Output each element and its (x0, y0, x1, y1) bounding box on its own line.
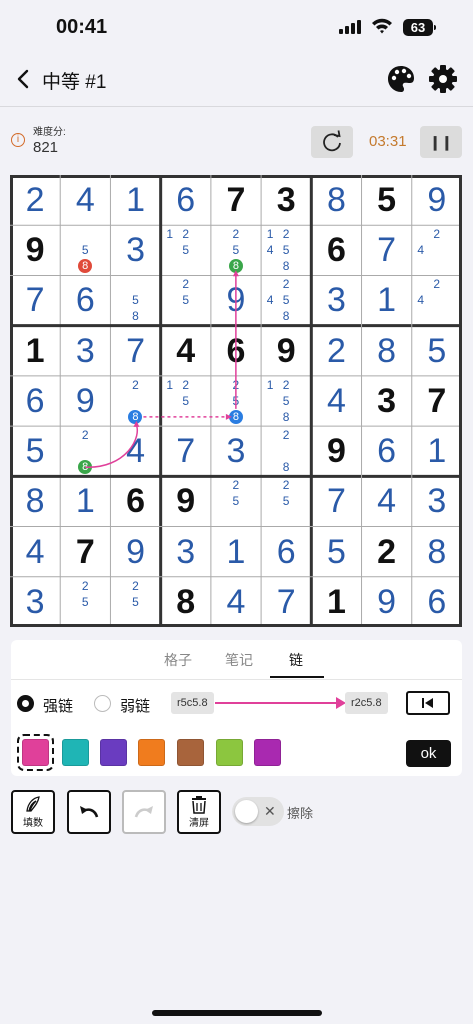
chain-arrowhead (133, 420, 140, 427)
redo-button[interactable] (122, 790, 166, 834)
difficulty-value: 821 (33, 139, 59, 156)
strong-link-label[interactable]: 强链 (43, 695, 73, 716)
trash-icon (192, 796, 206, 814)
restart-button[interactable] (311, 126, 353, 158)
color-swatch[interactable] (138, 739, 165, 766)
battery-cap (434, 25, 436, 30)
ok-button[interactable]: ok (406, 740, 451, 767)
color-swatch[interactable] (216, 739, 243, 766)
battery-indicator: 63 (403, 19, 433, 36)
chain-end-chip: r2c5.8 (345, 692, 388, 714)
undo-button[interactable] (67, 790, 111, 834)
active-tab-indicator (270, 676, 324, 678)
redo-icon (134, 806, 153, 818)
weak-link-label[interactable]: 弱链 (120, 695, 150, 716)
cellular-signal-icon (339, 20, 361, 34)
home-indicator (152, 1010, 322, 1016)
erase-toggle-knob (235, 800, 258, 823)
color-swatch[interactable] (22, 739, 49, 766)
chain-arrowhead (225, 413, 232, 420)
back-chevron-icon[interactable] (14, 68, 34, 90)
tab-chain[interactable]: 链 (289, 650, 303, 670)
difficulty-label: 难度分: (33, 127, 66, 138)
color-swatch[interactable] (62, 739, 89, 766)
panel-divider (11, 679, 462, 680)
skip-to-start-icon (422, 698, 433, 708)
refresh-icon (323, 130, 341, 152)
grid-lines (10, 175, 462, 627)
wifi-icon (372, 18, 392, 34)
pause-icon: ❙❙ (429, 134, 453, 150)
pause-button[interactable]: ❙❙ (420, 126, 462, 158)
gear-icon[interactable] (428, 64, 458, 94)
page-title: 中等 #1 (42, 72, 107, 93)
palette-icon[interactable] (386, 64, 416, 94)
feather-pen-icon (26, 796, 40, 812)
chain-arrow-icon (215, 697, 346, 709)
clear-screen-label: 清屏 (189, 818, 209, 829)
color-swatch[interactable] (177, 739, 204, 766)
color-swatch[interactable] (100, 739, 127, 766)
erase-label: 擦除 (287, 806, 314, 821)
weak-link-radio[interactable] (94, 695, 111, 712)
color-swatch[interactable] (254, 739, 281, 766)
header-divider (0, 106, 473, 107)
close-icon: ✕ (264, 803, 276, 819)
undo-icon (80, 806, 99, 818)
strong-link-radio[interactable] (17, 695, 34, 712)
tab-notes[interactable]: 笔记 (225, 650, 253, 670)
fill-number-button[interactable]: 填数 (11, 790, 55, 834)
timer: 03:31 (369, 133, 407, 150)
fill-number-label: 填数 (23, 818, 43, 829)
status-time: 00:41 (56, 16, 108, 38)
chain-arrowhead (232, 270, 239, 277)
clear-screen-button[interactable]: 清屏 (177, 790, 221, 834)
info-icon[interactable]: i (11, 133, 25, 147)
tab-cells[interactable]: 格子 (164, 650, 192, 670)
first-step-button[interactable] (406, 691, 450, 715)
strong-link-path (85, 422, 138, 468)
chain-start-chip: r5c5.8 (171, 692, 214, 714)
